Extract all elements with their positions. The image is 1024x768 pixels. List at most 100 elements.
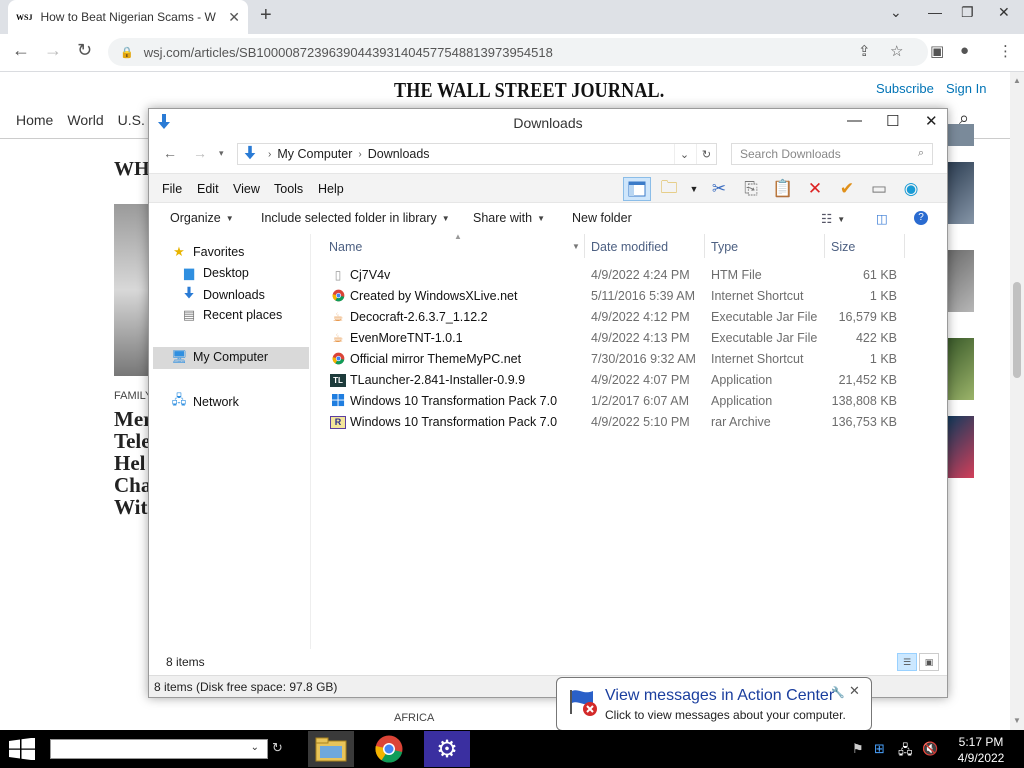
checkmark-icon[interactable]: ✔ [833, 177, 861, 201]
address-dropdown-icon[interactable]: ⌄ [674, 144, 694, 164]
copy-icon[interactable]: ⎘ [737, 177, 765, 201]
folders-dropdown-icon[interactable]: ▼ [687, 177, 701, 201]
wsj-logo[interactable]: THE WALL STREET JOURNAL. [394, 78, 664, 103]
new-tab-button[interactable]: + [260, 4, 272, 27]
view-options-icon[interactable]: ☷ ▼ [821, 211, 845, 226]
explorer-forward-icon[interactable]: → [193, 145, 207, 161]
system-clock[interactable]: 5:17 PM 4/9/2022 [950, 734, 1012, 766]
reload-icon[interactable]: ↻ [77, 40, 92, 61]
explorer-title-bar[interactable]: Downloads — ☐ ✕ [149, 109, 947, 137]
restore-button[interactable]: ❐ [961, 4, 974, 21]
breadcrumb-my-computer[interactable]: My Computer [277, 147, 352, 161]
column-name[interactable]: Name [329, 240, 362, 254]
menu-help[interactable]: Help [318, 182, 344, 196]
action-center-notification[interactable]: View messages in Action Center Click to … [556, 677, 872, 740]
article-thumbnail[interactable] [948, 162, 974, 224]
address-refresh-icon[interactable]: ↻ [696, 144, 716, 164]
share-with-button[interactable]: Share with ▼ [473, 211, 545, 225]
taskbar-refresh-icon[interactable]: ↻ [272, 740, 283, 756]
nav-desktop[interactable]: ▆ Desktop [181, 265, 249, 281]
file-row[interactable]: Created by WindowsXLive.net 5/11/2016 5:… [314, 286, 934, 307]
article-thumbnail[interactable] [948, 250, 974, 312]
nav-my-computer[interactable]: 🖥 My Computer [171, 349, 268, 365]
close-window-button[interactable]: ✕ [998, 4, 1010, 21]
file-row[interactable]: Official mirror ThemeMyPC.net 7/30/2016 … [314, 349, 934, 370]
nav-downloads[interactable]: Downloads [181, 286, 265, 303]
article-thumbnail[interactable] [948, 416, 974, 478]
minimize-button[interactable]: — [928, 4, 942, 20]
nav-favorites[interactable]: ★ Favorites [171, 244, 244, 260]
file-row[interactable]: ▯ Cj7V4v 4/9/2022 4:24 PM HTM File 61 KB [314, 265, 934, 286]
breadcrumb-downloads[interactable]: Downloads [368, 147, 430, 161]
file-row[interactable]: ☕ Decocraft-2.6.3.7_1.12.2 4/9/2022 4:12… [314, 307, 934, 328]
column-size[interactable]: Size [831, 240, 855, 254]
search-downloads-input[interactable]: Search Downloads ⌕ [731, 143, 933, 165]
nav-us[interactable]: U.S. [118, 112, 145, 128]
help-icon[interactable]: ? [914, 211, 928, 225]
column-dropdown-icon[interactable]: ▼ [572, 242, 580, 251]
share-icon[interactable]: ⇪ [858, 42, 871, 60]
scrollbar-thumb[interactable] [1013, 282, 1021, 378]
network-tray-icon[interactable]: 🖧 [898, 741, 913, 763]
recent-locations-icon[interactable]: ▾ [219, 148, 224, 159]
start-button[interactable] [8, 737, 38, 761]
file-row[interactable]: R Windows 10 Transformation Pack 7.0 4/9… [314, 412, 934, 433]
pin-icon[interactable]: 🔧 [831, 686, 845, 699]
file-row[interactable]: ☕ EvenMoreTNT-1.0.1 4/9/2022 4:13 PM Exe… [314, 328, 934, 349]
page-scrollbar[interactable]: ▲ ▼ [1010, 72, 1024, 730]
menu-tools[interactable]: Tools [274, 182, 303, 196]
column-type[interactable]: Type [711, 240, 738, 254]
new-folder-button[interactable]: New folder [572, 211, 632, 225]
nav-home[interactable]: Home [16, 112, 53, 128]
taskbar-settings[interactable]: ⚙ [424, 731, 470, 767]
menu-file[interactable]: File [162, 182, 182, 196]
explorer-address-bar[interactable]: › My Computer › Downloads ⌄ ↻ [237, 143, 717, 165]
include-in-library-button[interactable]: Include selected folder in library ▼ [261, 211, 450, 225]
article-thumbnail[interactable] [948, 338, 974, 400]
sign-in-link[interactable]: Sign In [946, 81, 986, 96]
browser-tab[interactable]: WSJ How to Beat Nigerian Scams - W ✕ [8, 0, 248, 34]
article-headline[interactable]: Mer Tele Hel Cha Wit [114, 408, 152, 518]
chevron-down-icon[interactable]: ⌄ [251, 742, 259, 753]
details-view-icon[interactable]: ☰ [897, 653, 917, 671]
taskbar-address-input[interactable]: ⌄ [50, 739, 268, 759]
windows-tray-icon[interactable]: ⊞ [874, 741, 885, 757]
tab-search-chevron-icon[interactable]: ⌄ [890, 4, 902, 21]
nav-network[interactable]: 🖧 Network [171, 391, 239, 413]
menu-edit[interactable]: Edit [197, 182, 219, 196]
bookmark-star-icon[interactable]: ☆ [890, 42, 903, 60]
forward-arrow-icon[interactable]: → [44, 40, 62, 61]
notification-close-icon[interactable]: ✕ [849, 683, 860, 699]
article-thumbnail[interactable] [948, 124, 974, 146]
cut-icon[interactable]: ✂ [705, 177, 733, 201]
properties-icon[interactable]: ▭ [865, 177, 893, 201]
pane-layout-icon[interactable] [623, 177, 651, 201]
notification-title[interactable]: View messages in Action Center [605, 687, 834, 705]
side-panel-icon[interactable]: ▣ [930, 42, 944, 60]
taskbar-chrome[interactable] [366, 731, 412, 767]
explorer-minimize-button[interactable]: — [847, 112, 862, 129]
globe-icon[interactable]: ◉ [897, 177, 925, 201]
file-row[interactable]: TL TLauncher-2.841-Installer-0.9.9 4/9/2… [314, 370, 934, 391]
file-row[interactable]: Windows 10 Transformation Pack 7.0 1/2/2… [314, 391, 934, 412]
address-bar[interactable]: 🔒 wsj.com/articles/SB1000087239639044393… [108, 38, 928, 66]
profile-avatar-icon[interactable]: ● [960, 42, 969, 59]
column-date-modified[interactable]: Date modified [591, 240, 668, 254]
explorer-back-icon[interactable]: ← [163, 145, 177, 161]
organize-button[interactable]: Organize ▼ [170, 211, 234, 225]
menu-dots-icon[interactable]: ⋮ [998, 42, 1013, 60]
paste-icon[interactable]: 📋 [769, 177, 797, 201]
volume-muted-icon[interactable]: 🔇 [922, 741, 938, 757]
explorer-maximize-button[interactable]: ☐ [886, 112, 899, 130]
large-icons-view-icon[interactable]: ▣ [919, 653, 939, 671]
back-arrow-icon[interactable]: ← [12, 40, 30, 61]
nav-world[interactable]: World [67, 112, 103, 128]
preview-pane-icon[interactable]: ◫ [876, 211, 888, 226]
scroll-up-icon[interactable]: ▲ [1013, 76, 1021, 85]
menu-view[interactable]: View [233, 182, 260, 196]
taskbar-file-explorer[interactable] [308, 731, 354, 767]
delete-icon[interactable]: ✕ [801, 177, 829, 201]
subscribe-link[interactable]: Subscribe [876, 81, 934, 96]
scroll-down-icon[interactable]: ▼ [1013, 716, 1021, 725]
action-center-flag-icon[interactable]: ⚑ [852, 741, 864, 757]
